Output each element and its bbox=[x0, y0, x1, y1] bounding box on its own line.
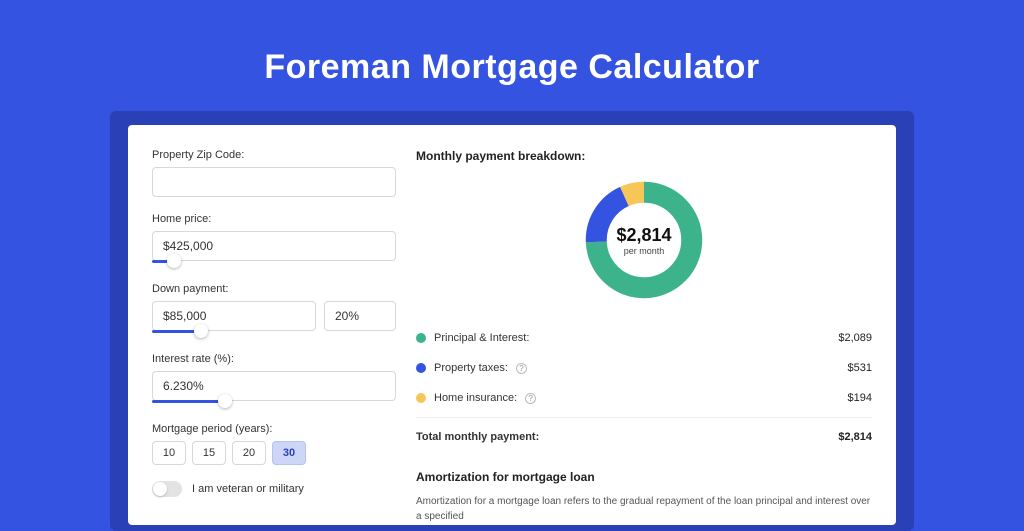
down-payment-field: Down payment: bbox=[152, 283, 396, 337]
legend-dot-icon bbox=[416, 393, 426, 403]
legend-row: Property taxes:? $531 bbox=[416, 353, 872, 383]
input-column: Property Zip Code: Home price: Down paym… bbox=[152, 149, 396, 525]
home-price-slider[interactable] bbox=[152, 259, 396, 267]
info-icon[interactable]: ? bbox=[516, 363, 527, 374]
down-payment-label: Down payment: bbox=[152, 283, 396, 295]
breakdown-column: Monthly payment breakdown: $2,814 per mo… bbox=[416, 149, 872, 525]
donut-center: $2,814 per month bbox=[581, 177, 707, 303]
legend: Principal & Interest: $2,089 Property taxe… bbox=[416, 323, 872, 413]
amortization-text: Amortization for a mortgage loan refers … bbox=[416, 494, 872, 524]
mortgage-period-field: Mortgage period (years): 10152030 bbox=[152, 423, 396, 465]
legend-value: $2,089 bbox=[838, 332, 872, 344]
mortgage-period-label: Mortgage period (years): bbox=[152, 423, 396, 435]
breakdown-title: Monthly payment breakdown: bbox=[416, 149, 872, 163]
amortization-title: Amortization for mortgage loan bbox=[416, 470, 872, 484]
down-payment-pct-input[interactable] bbox=[324, 301, 396, 331]
home-price-label: Home price: bbox=[152, 213, 396, 225]
veteran-toggle[interactable] bbox=[152, 481, 182, 497]
legend-dot-icon bbox=[416, 333, 426, 343]
page-title: Foreman Mortgage Calculator bbox=[0, 0, 1024, 115]
amortization-section: Amortization for mortgage loan Amortizat… bbox=[416, 470, 872, 524]
period-button-15[interactable]: 15 bbox=[192, 441, 226, 465]
total-row: Total monthly payment: $2,814 bbox=[416, 422, 872, 452]
slider-handle[interactable] bbox=[167, 254, 181, 268]
total-label: Total monthly payment: bbox=[416, 431, 539, 443]
period-button-10[interactable]: 10 bbox=[152, 441, 186, 465]
legend-row: Principal & Interest: $2,089 bbox=[416, 323, 872, 353]
period-button-20[interactable]: 20 bbox=[232, 441, 266, 465]
legend-value: $194 bbox=[848, 392, 872, 404]
donut-sub: per month bbox=[624, 246, 665, 256]
down-payment-slider[interactable] bbox=[152, 329, 396, 337]
veteran-label: I am veteran or military bbox=[192, 483, 304, 495]
legend-label: Home insurance: bbox=[434, 392, 517, 404]
legend-label: Principal & Interest: bbox=[434, 332, 529, 344]
legend-row: Home insurance:? $194 bbox=[416, 383, 872, 413]
home-price-input[interactable] bbox=[152, 231, 396, 261]
info-icon[interactable]: ? bbox=[525, 393, 536, 404]
slider-handle[interactable] bbox=[194, 324, 208, 338]
interest-rate-input[interactable] bbox=[152, 371, 396, 401]
legend-label: Property taxes: bbox=[434, 362, 508, 374]
legend-value: $531 bbox=[848, 362, 872, 374]
calculator-card: Property Zip Code: Home price: Down paym… bbox=[128, 125, 896, 525]
zip-input[interactable] bbox=[152, 167, 396, 197]
donut-chart-wrap: $2,814 per month bbox=[416, 177, 872, 303]
donut-amount: $2,814 bbox=[616, 225, 671, 246]
home-price-field: Home price: bbox=[152, 213, 396, 267]
total-value: $2,814 bbox=[838, 431, 872, 443]
interest-rate-slider[interactable] bbox=[152, 399, 396, 407]
toggle-knob bbox=[153, 482, 167, 496]
down-payment-input[interactable] bbox=[152, 301, 316, 331]
period-button-30[interactable]: 30 bbox=[272, 441, 306, 465]
legend-dot-icon bbox=[416, 363, 426, 373]
zip-label: Property Zip Code: bbox=[152, 149, 396, 161]
zip-field: Property Zip Code: bbox=[152, 149, 396, 197]
interest-rate-field: Interest rate (%): bbox=[152, 353, 396, 407]
veteran-toggle-row: I am veteran or military bbox=[152, 481, 396, 497]
interest-rate-label: Interest rate (%): bbox=[152, 353, 396, 365]
slider-handle[interactable] bbox=[218, 394, 232, 408]
donut-chart: $2,814 per month bbox=[581, 177, 707, 303]
divider bbox=[416, 417, 872, 418]
